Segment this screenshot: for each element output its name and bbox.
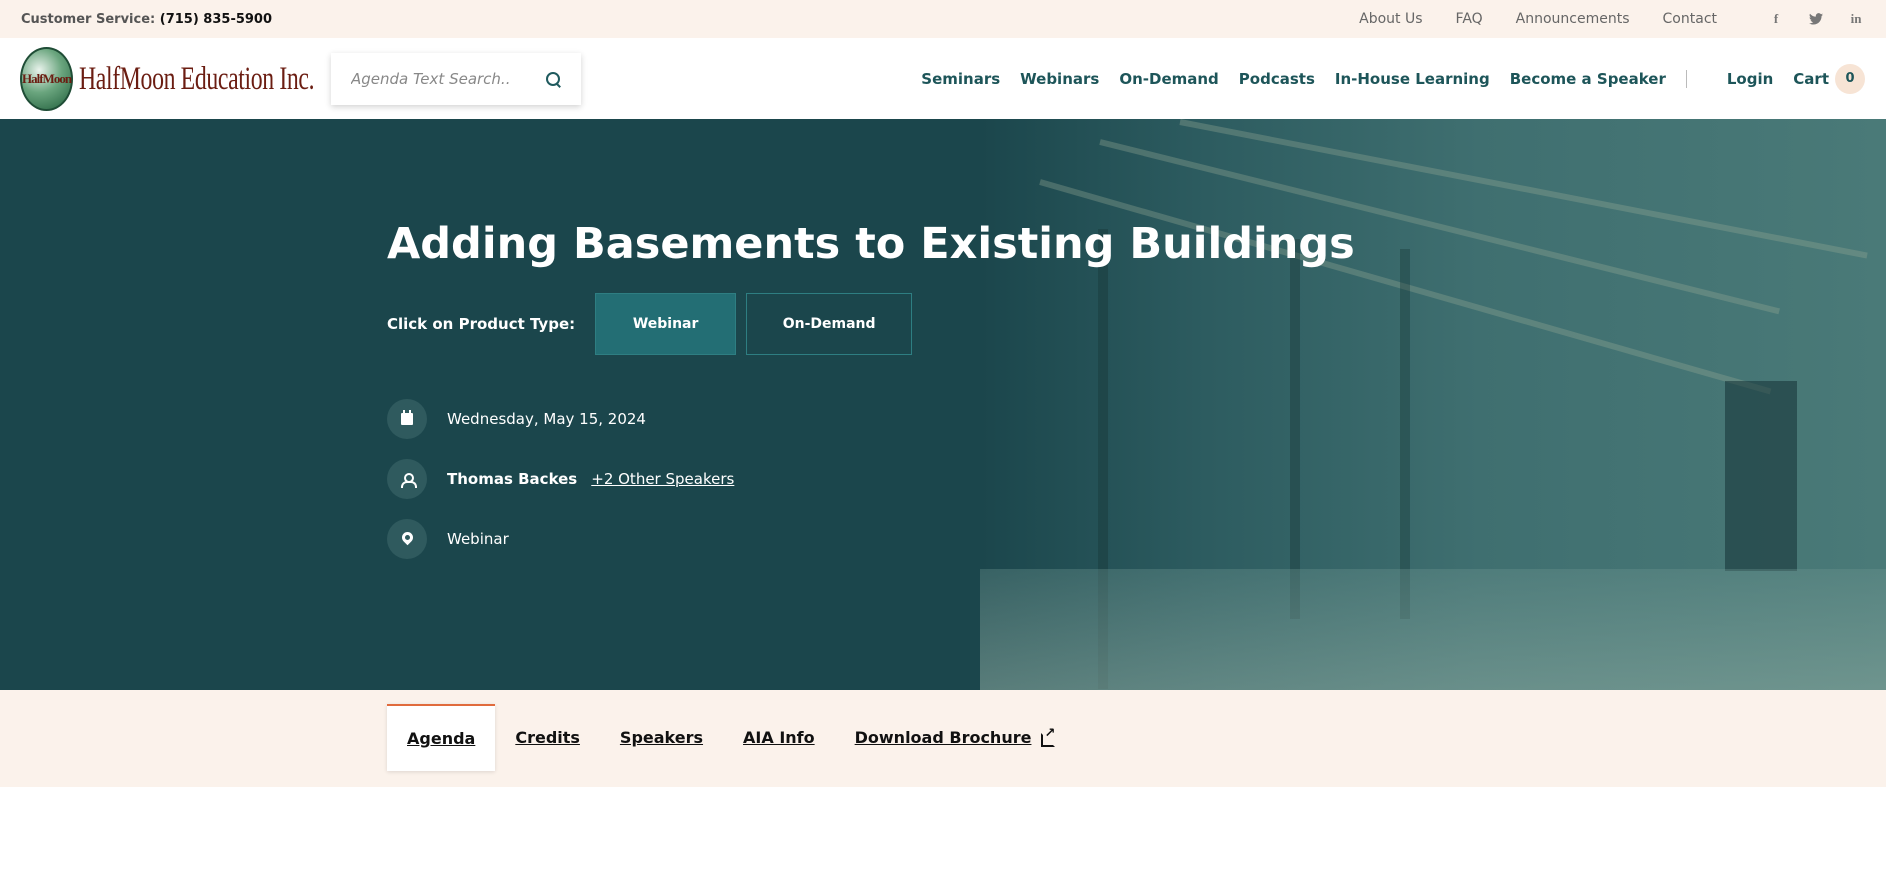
tab-speakers[interactable]: Speakers <box>600 704 723 771</box>
cart-link[interactable]: Cart 0 <box>1793 63 1865 94</box>
tab-aia-info[interactable]: AIA Info <box>723 704 835 771</box>
utility-links: About Us FAQ Announcements Contact f in <box>1326 10 1865 28</box>
product-type-on-demand-button[interactable]: On-Demand <box>746 293 913 355</box>
nav-divider <box>1685 69 1687 88</box>
product-type-selector: Click on Product Type: Webinar On-Demand <box>387 293 913 355</box>
tab-label: Download Brochure <box>854 728 1032 747</box>
twitter-icon[interactable] <box>1807 10 1825 28</box>
tab-label: Credits <box>515 728 580 747</box>
utility-bar: Customer Service: (715) 835-5900 About U… <box>0 0 1886 38</box>
tab-label: Agenda <box>407 729 476 748</box>
announcements-link[interactable]: Announcements <box>1516 11 1630 27</box>
user-icon <box>387 459 427 499</box>
event-speakers: Thomas Backes +2 Other Speakers <box>387 459 734 499</box>
tab-agenda[interactable]: Agenda <box>387 704 496 771</box>
tab-credits[interactable]: Credits <box>495 704 600 771</box>
site-logo[interactable]: HalfMoon HalfMoon Education Inc. <box>20 46 315 112</box>
agenda-search-input[interactable] <box>351 70 531 88</box>
event-location-text: Webinar <box>447 530 509 548</box>
nav-webinars[interactable]: Webinars <box>1020 70 1099 88</box>
tab-download-brochure[interactable]: Download Brochure <box>835 704 1076 771</box>
main-nav: Seminars Webinars On-Demand Podcasts In-… <box>901 38 1865 119</box>
customer-service-phone[interactable]: (715) 835-5900 <box>160 12 272 27</box>
external-link-icon <box>1041 726 1056 747</box>
agenda-search <box>331 53 581 105</box>
about-us-link[interactable]: About Us <box>1359 11 1422 27</box>
event-date: Wednesday, May 15, 2024 <box>387 399 646 439</box>
section-tabs-bar: Agenda Credits Speakers AIA Info Downloa… <box>0 690 1886 787</box>
product-hero: Adding Basements to Existing Buildings C… <box>0 119 1886 690</box>
nav-become-a-speaker[interactable]: Become a Speaker <box>1510 70 1666 88</box>
cart-count-badge: 0 <box>1835 63 1865 94</box>
primary-speaker: Thomas Backes <box>447 470 578 488</box>
event-location: Webinar <box>387 519 509 559</box>
location-pin-icon <box>387 519 427 559</box>
search-icon[interactable] <box>545 71 561 87</box>
calendar-icon <box>387 399 427 439</box>
section-tabs: Agenda Credits Speakers AIA Info Downloa… <box>387 704 1075 771</box>
customer-service: Customer Service: (715) 835-5900 <box>21 12 272 27</box>
product-type-webinar-button[interactable]: Webinar <box>595 293 737 355</box>
customer-service-label: Customer Service: <box>21 11 156 27</box>
site-header: HalfMoon HalfMoon Education Inc. Seminar… <box>0 38 1886 119</box>
hero-content: Adding Basements to Existing Buildings C… <box>387 119 1355 690</box>
linkedin-icon[interactable]: in <box>1847 10 1865 28</box>
contact-link[interactable]: Contact <box>1663 11 1717 27</box>
tab-label: AIA Info <box>743 728 815 747</box>
cart-label: Cart <box>1793 69 1829 88</box>
page-title: Adding Basements to Existing Buildings <box>387 219 1355 269</box>
logo-emblem: HalfMoon <box>20 47 74 111</box>
other-speakers-link[interactable]: +2 Other Speakers <box>591 470 734 488</box>
nav-in-house-learning[interactable]: In-House Learning <box>1335 70 1490 88</box>
product-type-label: Click on Product Type: <box>387 315 576 333</box>
tab-label: Speakers <box>619 728 704 747</box>
faq-link[interactable]: FAQ <box>1456 11 1483 27</box>
social-links: f in <box>1745 10 1865 28</box>
nav-podcasts[interactable]: Podcasts <box>1239 70 1315 88</box>
nav-seminars[interactable]: Seminars <box>921 70 1000 88</box>
event-date-text: Wednesday, May 15, 2024 <box>447 410 646 428</box>
login-link[interactable]: Login <box>1727 70 1773 88</box>
logo-wordmark: HalfMoon Education Inc. <box>79 60 315 97</box>
facebook-icon[interactable]: f <box>1767 10 1785 28</box>
nav-on-demand[interactable]: On-Demand <box>1119 70 1218 88</box>
